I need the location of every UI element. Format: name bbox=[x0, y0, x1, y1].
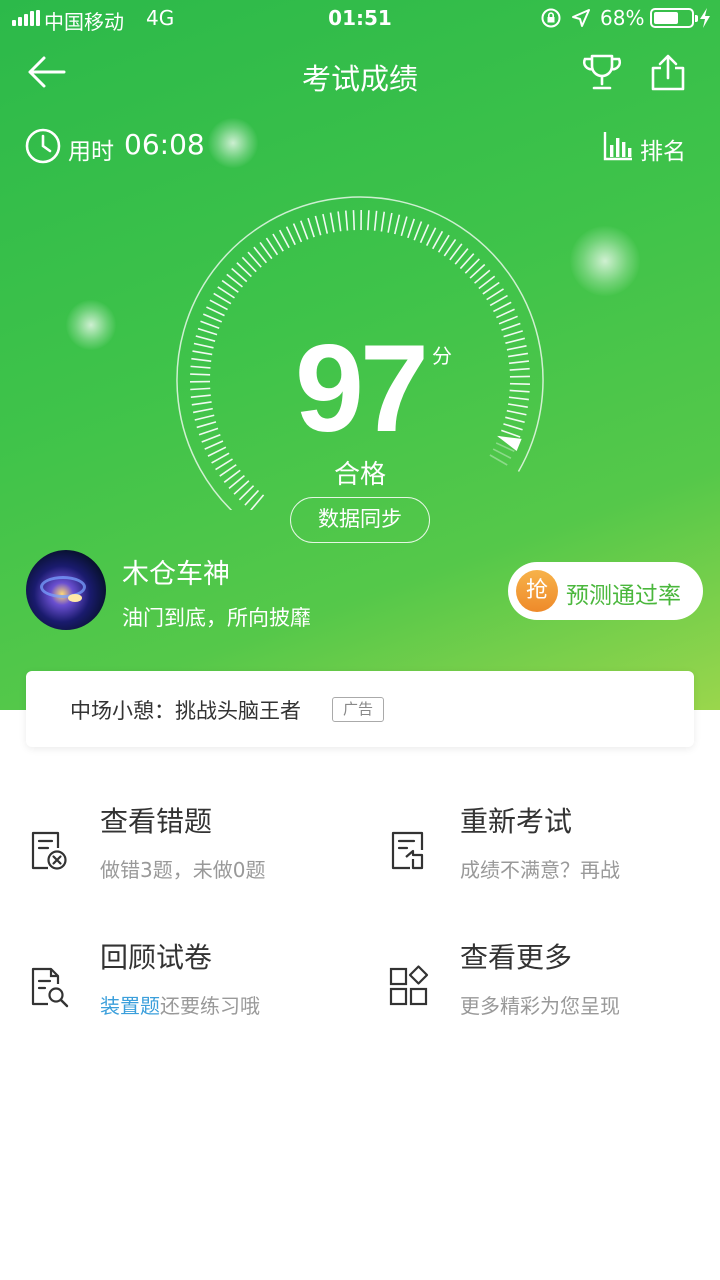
gauge-tick bbox=[432, 230, 444, 250]
gauge-tick bbox=[285, 226, 296, 246]
user-motto: 油门到底，所向披靡 bbox=[122, 606, 311, 630]
gauge-tick bbox=[209, 299, 228, 311]
grab-badge: 抢 bbox=[516, 570, 558, 612]
ad-text: 中场小憩：挑战头脑王者 bbox=[70, 699, 301, 723]
battery-icon bbox=[650, 8, 698, 28]
ad-tag: 广告 bbox=[332, 697, 384, 722]
time-used-value: 06:08 bbox=[124, 128, 205, 161]
gauge-tick bbox=[496, 308, 515, 319]
score-value: 97 bbox=[295, 320, 429, 458]
gauge-tick bbox=[489, 294, 508, 307]
more-grid-icon bbox=[389, 965, 429, 1006]
action-title: 查看更多 bbox=[460, 941, 573, 974]
wrong-answers-icon bbox=[31, 831, 67, 870]
gauge-tick bbox=[367, 210, 370, 231]
gauge-tick bbox=[437, 234, 450, 253]
gauge-tick bbox=[299, 220, 309, 240]
gauge-tick bbox=[314, 215, 322, 236]
action-subtitle: 做错3题，未做0题 bbox=[100, 858, 266, 882]
status-bar: 中国移动 4G 01:51 68% bbox=[0, 0, 720, 38]
gauge-tick bbox=[278, 229, 290, 249]
ad-banner[interactable]: 中场小憩：挑战头脑王者 广告 bbox=[26, 671, 694, 747]
action-subtitle: 装置题还要练习哦 bbox=[100, 990, 260, 1019]
action-subtitle-rest: 还要练习哦 bbox=[160, 994, 260, 1018]
gauge-tick bbox=[419, 224, 430, 244]
result-header: 中国移动 4G 01:51 68% 考试成绩 用时 06:08 排名 97 分 … bbox=[0, 0, 720, 710]
charging-bolt-icon bbox=[700, 8, 710, 28]
retake-exam-icon bbox=[391, 831, 424, 870]
gauge-tick bbox=[337, 211, 342, 232]
location-arrow-icon bbox=[572, 9, 590, 27]
gauge-tick bbox=[322, 213, 329, 234]
gauge-tick bbox=[387, 212, 393, 233]
gauge-tick bbox=[307, 217, 315, 238]
gauge-tick bbox=[292, 223, 303, 243]
review-paper-icon bbox=[31, 967, 69, 1008]
review-paper-button[interactable]: 回顾试卷 装置题还要练习哦 bbox=[28, 936, 368, 1046]
gauge-tick bbox=[400, 216, 408, 237]
gauge-tick bbox=[373, 210, 378, 231]
gauge-tick bbox=[329, 212, 335, 233]
trophy-icon[interactable] bbox=[580, 52, 624, 94]
pass-status: 合格 bbox=[333, 460, 386, 490]
bar-chart-icon bbox=[603, 132, 632, 161]
view-wrong-answers-button[interactable]: 查看错题 做错3题，未做0题 bbox=[28, 800, 368, 910]
clock-icon bbox=[25, 128, 61, 164]
gauge-tick bbox=[344, 210, 349, 231]
predict-pass-rate-label: 预测通过率 bbox=[566, 583, 681, 609]
weak-topic-link[interactable]: 装置题 bbox=[100, 994, 160, 1018]
view-more-button[interactable]: 查看更多 更多精彩为您呈现 bbox=[388, 936, 720, 1046]
action-title: 重新考试 bbox=[460, 805, 573, 838]
gauge-tick bbox=[413, 221, 423, 241]
decorative-glow bbox=[208, 118, 258, 168]
action-title: 回顾试卷 bbox=[100, 941, 213, 974]
gauge-tick bbox=[213, 292, 232, 305]
back-arrow-icon[interactable] bbox=[24, 52, 70, 92]
gauge-tick bbox=[425, 227, 437, 246]
gauge-tick bbox=[352, 210, 356, 231]
battery-percent: 68% bbox=[600, 6, 645, 30]
ranking-label: 排名 bbox=[640, 139, 686, 165]
gauge-tick bbox=[493, 301, 512, 313]
data-sync-button[interactable]: 数据同步 bbox=[290, 497, 430, 543]
retake-exam-button[interactable]: 重新考试 成绩不满意？再战 bbox=[388, 800, 720, 910]
action-subtitle: 成绩不满意？再战 bbox=[460, 858, 620, 882]
decorative-glow bbox=[570, 226, 640, 296]
user-name: 木仓车神 bbox=[122, 559, 230, 590]
gauge-tick bbox=[407, 218, 415, 239]
gauge-tick bbox=[272, 233, 284, 252]
gauge-tick bbox=[206, 306, 225, 317]
action-title: 查看错题 bbox=[100, 805, 213, 838]
gauge-tick bbox=[380, 211, 386, 232]
avatar[interactable] bbox=[26, 550, 106, 630]
ranking-button[interactable]: 排名 bbox=[598, 126, 698, 166]
score-unit: 分 bbox=[432, 344, 452, 368]
share-icon[interactable] bbox=[648, 52, 688, 94]
rotation-lock-icon bbox=[541, 8, 561, 28]
action-subtitle: 更多精彩为您呈现 bbox=[460, 994, 620, 1018]
time-used-label: 用时 bbox=[68, 139, 114, 165]
predict-pass-rate-button[interactable]: 抢 预测通过率 bbox=[508, 562, 703, 620]
gauge-tick bbox=[393, 214, 401, 235]
